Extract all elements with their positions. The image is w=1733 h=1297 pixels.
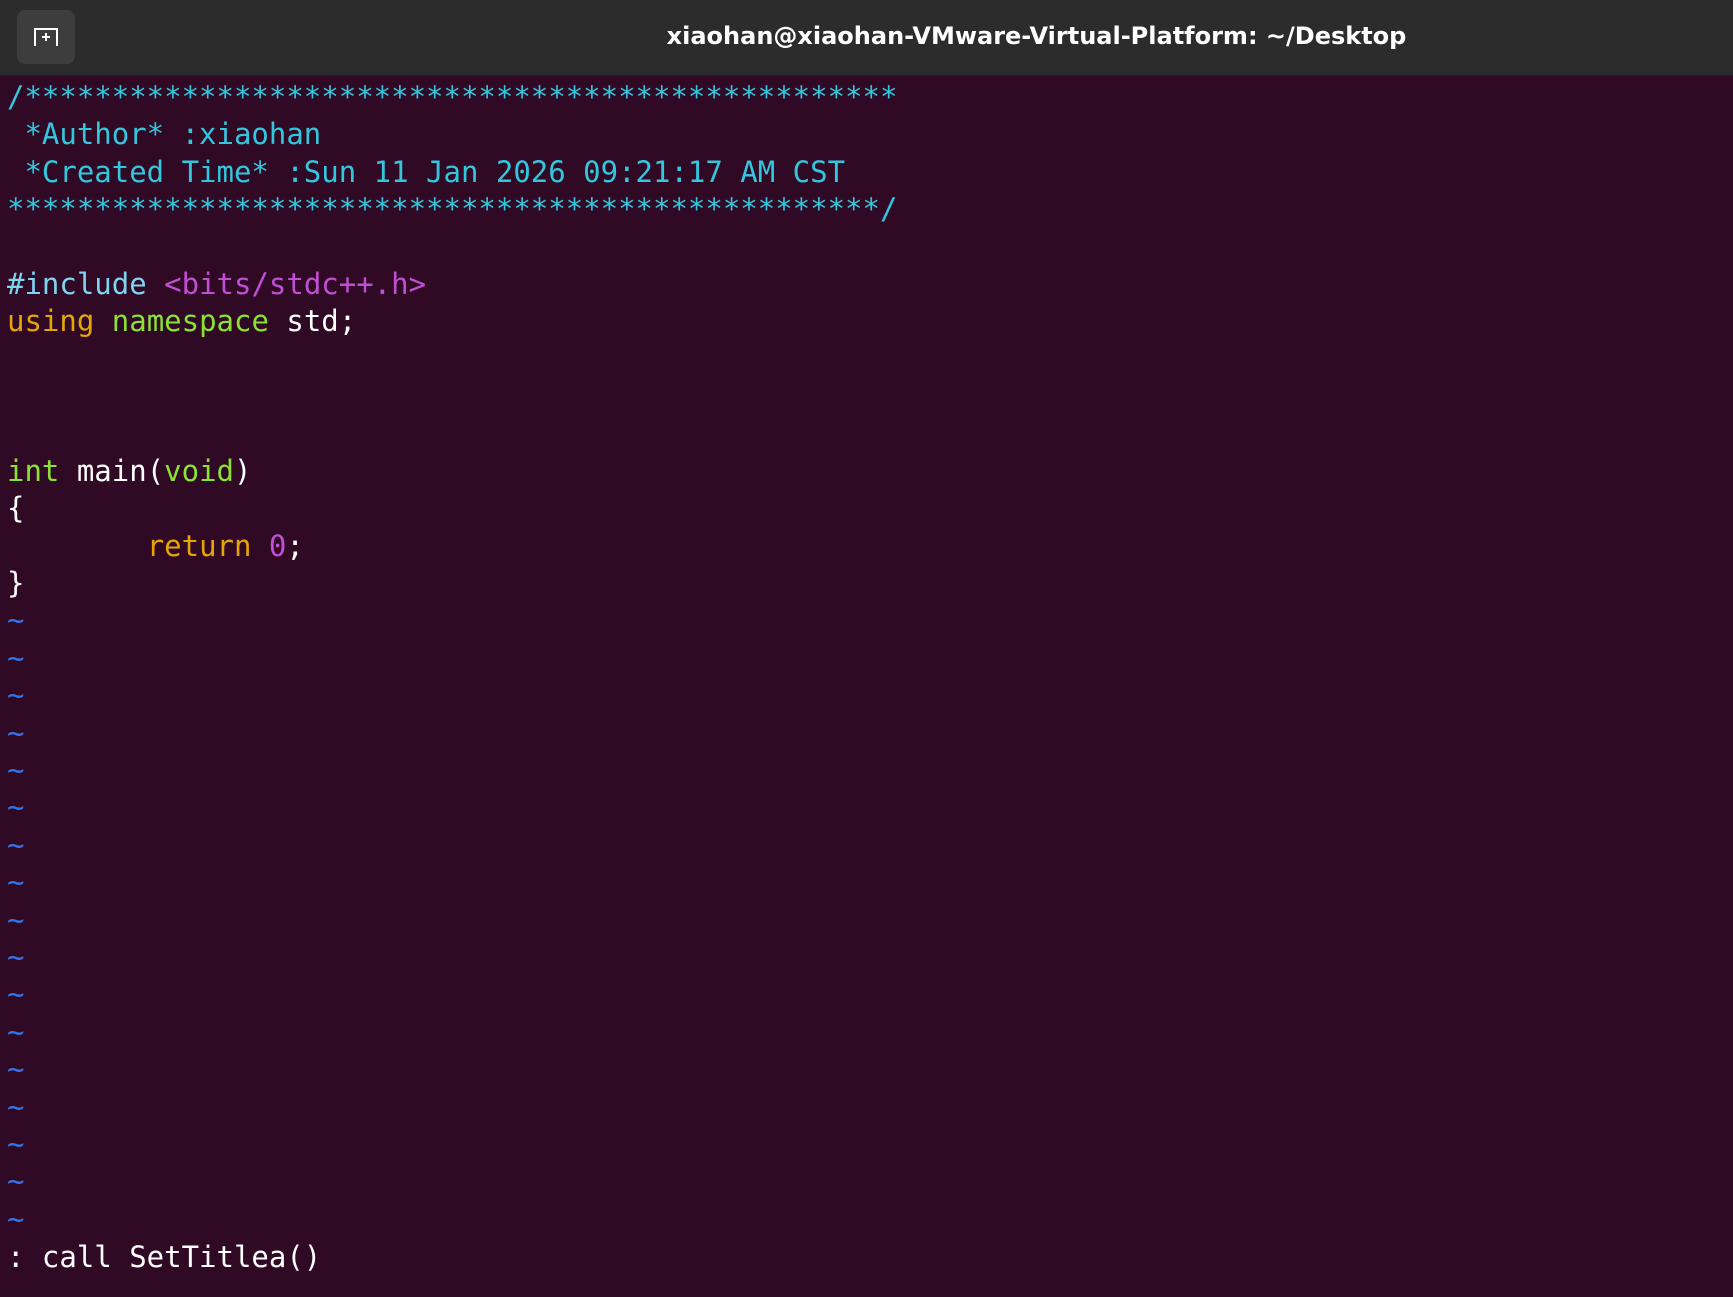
code-line: { [7, 491, 25, 526]
tilde-line: ~ [7, 902, 25, 937]
function-name: main( [59, 453, 165, 488]
comment-line: *Author* :xiaohan [7, 117, 322, 152]
tilde-line: ~ [7, 1052, 25, 1087]
tilde-line: ~ [7, 865, 25, 900]
comment-line: /***************************************… [7, 80, 898, 114]
type-keyword: int [7, 453, 60, 488]
code-line: } [7, 566, 25, 601]
tilde-line: ~ [7, 603, 25, 638]
tilde-line: ~ [7, 753, 25, 788]
tilde-line: ~ [7, 939, 25, 974]
keyword: return [146, 528, 252, 563]
comment-line: ****************************************… [7, 192, 898, 227]
tilde-line: ~ [7, 1164, 25, 1199]
tilde-line: ~ [7, 1201, 25, 1236]
terminal-window: xiaohan@xiaohan-VMware-Virtual-Platform:… [0, 0, 1733, 1297]
include-header: <bits/stdc++.h> [164, 266, 427, 301]
tilde-line: ~ [7, 977, 25, 1012]
code-line: #include <bits/stdc++.h> [7, 266, 1727, 303]
vim-editor[interactable]: /***************************************… [7, 79, 1727, 1238]
tilde-line: ~ [7, 678, 25, 713]
empty-line-markers: ~ ~ ~ ~ ~ ~ ~ ~ ~ ~ ~ ~ ~ ~ ~ ~ ~ [7, 602, 1727, 1238]
keyword: namespace [111, 304, 269, 339]
comment-line: *Created Time* :Sun 11 Jan 2026 09:21:17… [7, 154, 846, 189]
code-text: ) [234, 453, 252, 488]
tilde-line: ~ [7, 715, 25, 750]
tilde-line: ~ [7, 827, 25, 862]
keyword: using [7, 304, 95, 339]
code-text: ; [286, 528, 304, 563]
tilde-line: ~ [7, 1089, 25, 1124]
tilde-line: ~ [7, 1014, 25, 1049]
code-text: std; [268, 304, 357, 339]
type-keyword: void [164, 453, 234, 488]
code-line: using namespace std; [7, 303, 1727, 340]
code-line: int main(void) [7, 453, 1727, 490]
tilde-line: ~ [7, 790, 25, 825]
window-title: xiaohan@xiaohan-VMware-Virtual-Platform:… [666, 22, 1407, 50]
command-line[interactable]: : call SetTitlea() [7, 1238, 321, 1276]
title-bar: xiaohan@xiaohan-VMware-Virtual-Platform:… [0, 0, 1733, 76]
preprocessor-directive: #include [7, 266, 147, 301]
code-line: return 0; [7, 528, 1727, 565]
tilde-line: ~ [7, 640, 25, 675]
number-literal: 0 [268, 528, 287, 563]
tilde-line: ~ [7, 1126, 25, 1161]
